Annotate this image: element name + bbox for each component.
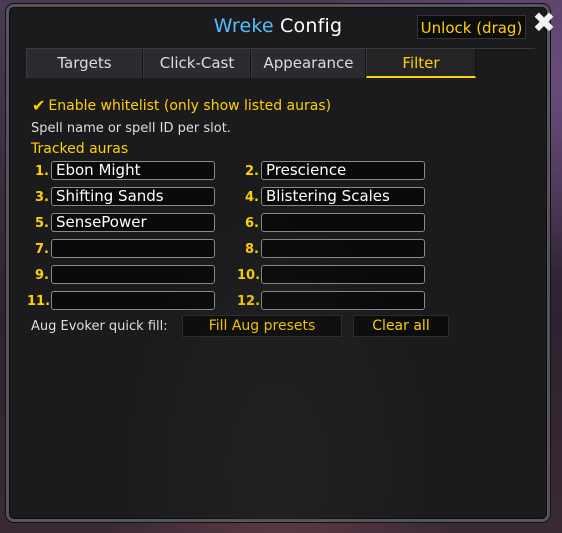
tab-click-cast[interactable]: Click-Cast: [143, 49, 251, 78]
aura-slot-input-5[interactable]: SensePower: [51, 213, 215, 232]
checkmark-icon: ✔: [32, 96, 46, 115]
aura-slot-input-2[interactable]: Prescience: [261, 161, 425, 180]
aura-slot-input-9[interactable]: [51, 265, 215, 284]
aura-slot-input-8[interactable]: [261, 239, 425, 258]
aura-slot-input-1[interactable]: Ebon Might: [51, 161, 215, 180]
slot-hint-text: Spell name or spell ID per slot.: [31, 121, 231, 136]
title-suffix: Config: [273, 15, 343, 37]
slot-number: 10.: [237, 268, 261, 283]
tab-targets[interactable]: Targets: [26, 49, 143, 78]
slot-number: 7.: [35, 242, 49, 257]
aura-slot-input-7[interactable]: [51, 239, 215, 258]
aura-slot-input-10[interactable]: [261, 265, 425, 284]
whitelist-checkbox[interactable]: ✔ Enable whitelist (only show listed aur…: [32, 96, 331, 115]
quick-fill-label: Aug Evoker quick fill:: [31, 319, 168, 334]
clear-all-button[interactable]: Clear all: [353, 315, 449, 337]
slot-number: 5.: [35, 216, 49, 231]
slot-number: 8.: [245, 242, 259, 257]
tracked-auras-heading: Tracked auras: [31, 141, 129, 157]
aura-slot-input-3[interactable]: Shifting Sands: [51, 187, 215, 206]
config-window: Wreke Config Unlock (drag) ✖ Targets Cli…: [6, 4, 556, 522]
slot-number: 2.: [245, 164, 259, 179]
slot-number: 4.: [245, 190, 259, 205]
slot-number: 9.: [35, 268, 49, 283]
unlock-drag-button[interactable]: Unlock (drag): [417, 15, 526, 39]
fill-aug-presets-button[interactable]: Fill Aug presets: [182, 315, 342, 337]
close-icon[interactable]: ✖: [530, 9, 558, 37]
slot-number: 3.: [35, 190, 49, 205]
tab-bar: Targets Click-Cast Appearance Filter: [26, 48, 535, 78]
aura-slot-input-11[interactable]: [51, 291, 215, 310]
title-addon-name: Wreke: [213, 15, 274, 37]
slot-number: 6.: [245, 216, 259, 231]
slot-number: 11.: [27, 294, 51, 309]
tab-appearance[interactable]: Appearance: [251, 49, 366, 78]
aura-slot-input-4[interactable]: Blistering Scales: [261, 187, 425, 206]
slot-number: 1.: [35, 164, 49, 179]
slot-number: 12.: [237, 294, 261, 309]
tab-filter[interactable]: Filter: [366, 49, 476, 78]
aura-slot-input-6[interactable]: [261, 213, 425, 232]
whitelist-label: Enable whitelist (only show listed auras…: [48, 97, 332, 114]
aura-slot-input-12[interactable]: [261, 291, 425, 310]
